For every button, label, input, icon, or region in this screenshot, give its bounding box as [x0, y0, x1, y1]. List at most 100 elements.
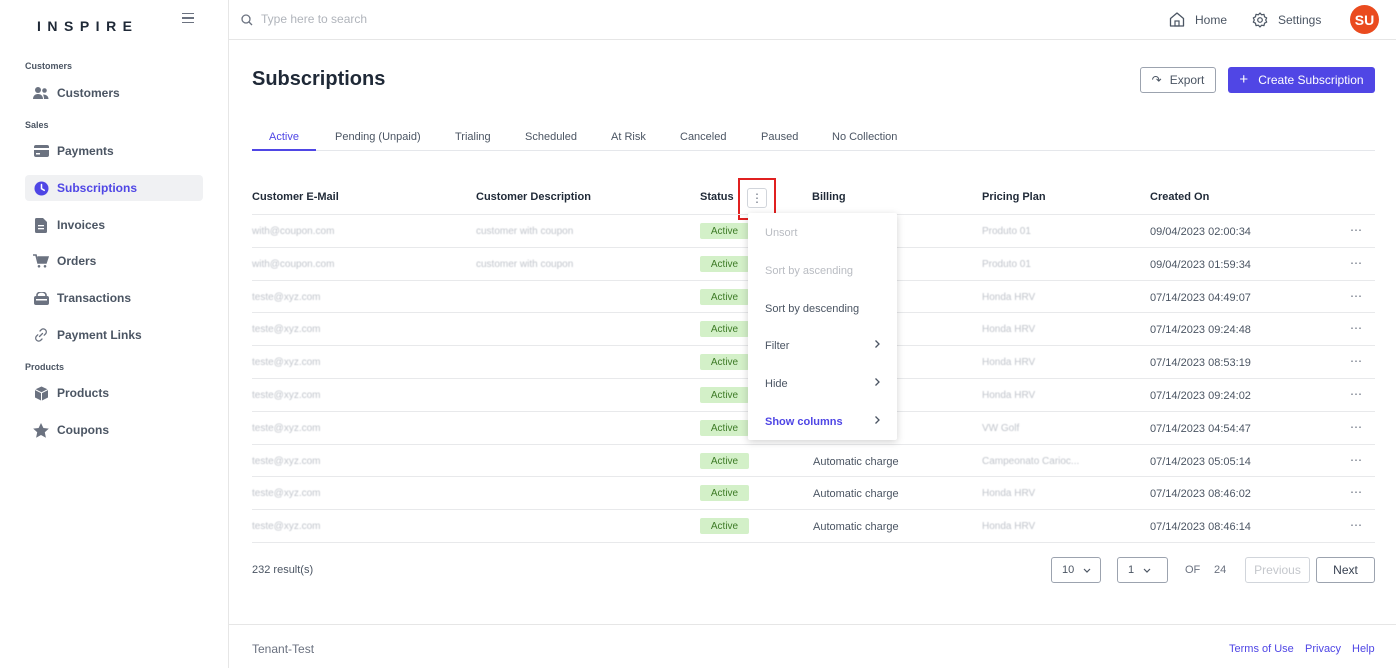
row-actions-icon[interactable]: ⋯	[1350, 420, 1362, 434]
next-button[interactable]: Next	[1316, 557, 1375, 583]
row-actions-icon[interactable]: ⋯	[1350, 354, 1362, 368]
status-badge: Active	[700, 223, 749, 239]
cell-customer-description: customer with coupon	[476, 259, 574, 270]
tab-trialing[interactable]: Trialing	[455, 131, 491, 143]
status-badge: Active	[700, 453, 749, 469]
search-input[interactable]	[261, 9, 561, 29]
hamburger-menu-icon[interactable]	[182, 13, 194, 23]
tab-pending-unpaid[interactable]: Pending (Unpaid)	[335, 131, 421, 143]
status-badge: Active	[700, 387, 749, 403]
page-title: Subscriptions	[252, 68, 386, 90]
export-button[interactable]: ↷ Export	[1140, 67, 1216, 93]
sidebar-item-transactions[interactable]: Transactions	[25, 285, 203, 311]
cell-customer-email[interactable]: teste@xyz.com	[252, 390, 321, 401]
previous-button[interactable]: Previous	[1245, 557, 1310, 583]
section-label-sales: Sales	[25, 120, 49, 130]
total-pages: 24	[1214, 564, 1227, 576]
sidebar-item-invoices[interactable]: Invoices	[25, 212, 203, 238]
row-actions-icon[interactable]: ⋯	[1350, 223, 1362, 237]
cell-customer-email[interactable]: teste@xyz.com	[252, 488, 321, 499]
cell-created-on: 07/14/2023 05:05:14	[1150, 456, 1251, 468]
chevron-right-icon	[875, 378, 880, 386]
sidebar-item-products[interactable]: Products	[25, 380, 203, 406]
status-badge: Active	[700, 518, 749, 534]
cell-customer-email[interactable]: teste@xyz.com	[252, 357, 321, 368]
settings-label: Settings	[1278, 13, 1322, 27]
menu-item-label: Sort by ascending	[765, 265, 854, 277]
row-actions-icon[interactable]: ⋯	[1350, 485, 1362, 499]
home-link[interactable]: Home	[1169, 12, 1227, 27]
row-actions-icon[interactable]: ⋯	[1350, 289, 1362, 303]
cell-created-on: 07/14/2023 09:24:48	[1150, 324, 1251, 336]
row-divider	[252, 476, 1375, 477]
tab-at-risk[interactable]: At Risk	[611, 131, 646, 143]
column-header-status[interactable]: Status	[700, 191, 734, 203]
sidebar-item-subscriptions[interactable]: Subscriptions	[25, 175, 203, 201]
cell-created-on: 07/14/2023 09:24:02	[1150, 390, 1251, 402]
column-menu-button[interactable]: ⋮	[747, 188, 767, 208]
chevron-right-icon	[875, 340, 880, 348]
cell-customer-email[interactable]: teste@xyz.com	[252, 521, 321, 532]
row-actions-icon[interactable]: ⋯	[1350, 256, 1362, 270]
tab-canceled[interactable]: Canceled	[680, 131, 726, 143]
avatar[interactable]: SU	[1350, 5, 1379, 34]
users-icon	[33, 85, 49, 101]
page-number-select[interactable]: 1	[1117, 557, 1168, 583]
settings-link[interactable]: Settings	[1252, 12, 1321, 28]
terms-link[interactable]: Terms of Use	[1229, 643, 1294, 655]
box-icon	[33, 385, 49, 401]
menu-item-unsort[interactable]: Unsort	[748, 214, 897, 252]
cell-pricing-plan: Produto 01	[982, 259, 1031, 270]
column-header-pricing-plan[interactable]: Pricing Plan	[982, 191, 1046, 203]
status-badge: Active	[700, 420, 749, 436]
cell-pricing-plan: Honda HRV	[982, 292, 1036, 303]
cell-customer-email[interactable]: teste@xyz.com	[252, 456, 321, 467]
status-badge: Active	[700, 256, 749, 272]
cell-customer-email[interactable]: with@coupon.com	[252, 259, 334, 270]
tab-active[interactable]: Active	[269, 131, 299, 143]
gear-icon	[1252, 12, 1268, 28]
cell-pricing-plan: Campeonato Carioc...	[982, 456, 1080, 467]
cell-customer-email[interactable]: with@coupon.com	[252, 226, 334, 237]
column-header-customer-email[interactable]: Customer E-Mail	[252, 191, 339, 203]
sidebar-item-payments[interactable]: Payments	[25, 138, 203, 164]
menu-item-sort-ascending[interactable]: Sort by ascending	[748, 252, 897, 290]
menu-item-sort-descending[interactable]: Sort by descending	[748, 290, 897, 328]
menu-item-hide[interactable]: Hide	[748, 365, 897, 403]
column-header-customer-description[interactable]: Customer Description	[476, 191, 591, 203]
menu-item-label: Filter	[765, 340, 790, 352]
row-actions-icon[interactable]: ⋯	[1350, 518, 1362, 532]
page-size-select[interactable]: 10	[1051, 557, 1101, 583]
tab-no-collection[interactable]: No Collection	[832, 131, 897, 143]
row-divider	[252, 509, 1375, 510]
menu-item-label: Hide	[765, 378, 788, 390]
sidebar-item-label: Products	[57, 386, 110, 400]
star-icon	[33, 422, 49, 438]
wallet-icon	[33, 290, 49, 306]
sidebar-item-coupons[interactable]: Coupons	[25, 417, 203, 443]
sidebar-item-label: Customers	[57, 86, 120, 100]
help-link[interactable]: Help	[1352, 643, 1375, 655]
privacy-link[interactable]: Privacy	[1305, 643, 1341, 655]
column-header-created-on[interactable]: Created On	[1150, 191, 1209, 203]
chevron-down-icon	[1143, 568, 1151, 573]
cell-customer-email[interactable]: teste@xyz.com	[252, 324, 321, 335]
sidebar-item-label: Orders	[57, 254, 97, 268]
cell-pricing-plan: Honda HRV	[982, 521, 1036, 532]
active-tab-indicator	[252, 149, 316, 151]
row-actions-icon[interactable]: ⋯	[1350, 321, 1362, 335]
menu-item-show-columns[interactable]: Show columns	[748, 403, 897, 441]
tab-scheduled[interactable]: Scheduled	[525, 131, 577, 143]
column-header-billing[interactable]: Billing	[812, 191, 846, 203]
row-actions-icon[interactable]: ⋯	[1350, 387, 1362, 401]
row-actions-icon[interactable]: ⋯	[1350, 453, 1362, 467]
cell-customer-email[interactable]: teste@xyz.com	[252, 423, 321, 434]
sidebar-item-customers[interactable]: Customers	[25, 80, 203, 106]
sidebar-item-orders[interactable]: Orders	[25, 248, 203, 274]
row-divider	[252, 444, 1375, 445]
tab-paused[interactable]: Paused	[761, 131, 798, 143]
menu-item-filter[interactable]: Filter	[748, 327, 897, 365]
create-subscription-button[interactable]: + Create Subscription	[1228, 67, 1375, 93]
cell-customer-email[interactable]: teste@xyz.com	[252, 292, 321, 303]
sidebar-item-payment-links[interactable]: Payment Links	[25, 322, 203, 348]
